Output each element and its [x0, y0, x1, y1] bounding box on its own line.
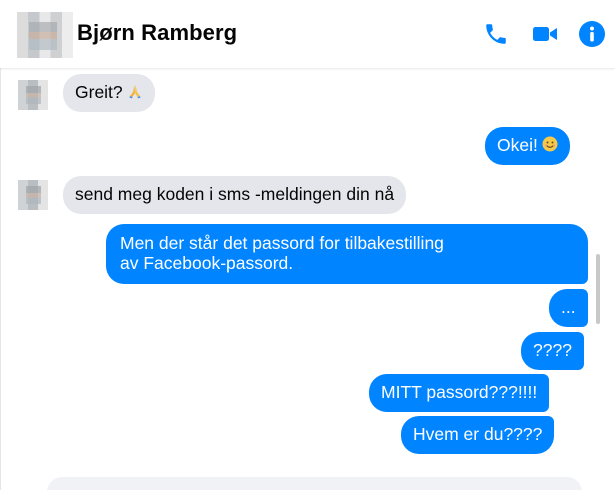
message-text: Hvem er du????	[413, 424, 543, 444]
smiling-face-emoji	[542, 136, 558, 156]
message-text: Okei!	[497, 135, 538, 155]
video-camera-icon[interactable]	[531, 20, 559, 48]
message-text-line: Men der står det passord for tilbakestil…	[120, 233, 444, 253]
scrollbar[interactable]	[596, 254, 600, 324]
phone-icon[interactable]	[482, 20, 510, 48]
message-text: MITT passord???!!!!	[381, 382, 538, 402]
message-text: ????	[533, 340, 572, 360]
message-text: ...	[561, 297, 576, 317]
message-outgoing[interactable]: Hvem er du????	[401, 416, 555, 454]
message-text-line: av Facebook-passord.	[120, 253, 294, 273]
message-outgoing[interactable]: ...	[549, 289, 588, 327]
folded-hands-emoji	[127, 83, 143, 103]
sender-avatar[interactable]	[18, 180, 48, 210]
contact-avatar[interactable]	[17, 12, 73, 58]
message-incoming[interactable]: send meg koden i sms -meldingen din nå	[63, 176, 407, 214]
message-incoming[interactable]: Greit?	[63, 74, 155, 112]
info-icon[interactable]	[578, 20, 606, 48]
message-text: Greit?	[75, 82, 123, 102]
message-outgoing[interactable]: MITT passord???!!!!	[369, 374, 550, 412]
chat-window: Bjørn Ramberg Greit? Okei! send meg kode…	[0, 0, 615, 490]
message-composer[interactable]	[47, 477, 582, 490]
contact-name[interactable]: Bjørn Ramberg	[77, 20, 237, 46]
sender-avatar[interactable]	[18, 80, 48, 110]
message-outgoing[interactable]: Men der står det passord for tilbakestil…	[106, 224, 588, 284]
message-text: send meg koden i sms -meldingen din nå	[75, 184, 395, 204]
message-outgoing[interactable]: Okei!	[485, 127, 570, 165]
message-outgoing[interactable]: ????	[521, 332, 584, 370]
chat-header: Bjørn Ramberg	[0, 0, 615, 68]
